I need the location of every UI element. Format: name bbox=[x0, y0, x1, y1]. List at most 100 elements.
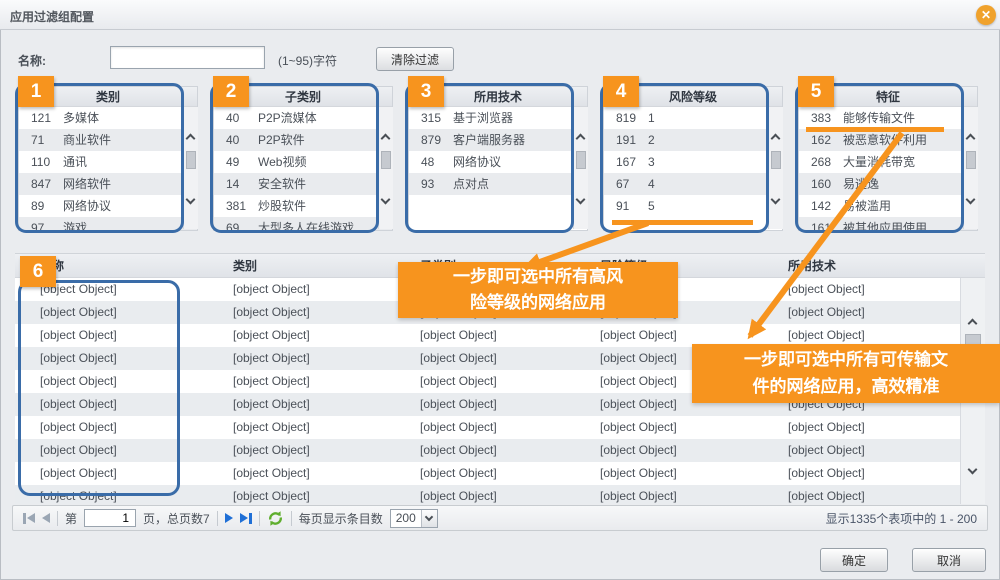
panel-scrollbar[interactable] bbox=[573, 107, 588, 229]
previous-page-icon[interactable] bbox=[42, 513, 50, 523]
table-cell: [object Object] bbox=[400, 462, 585, 485]
panel-scrollbar[interactable] bbox=[183, 107, 198, 229]
panel-list-item[interactable]: 91 5 bbox=[604, 195, 782, 217]
ok-button[interactable]: 确定 bbox=[820, 548, 888, 572]
panel-list-item[interactable]: 160 易逃逸 bbox=[799, 173, 977, 195]
divider bbox=[217, 511, 218, 526]
panel-list-item[interactable]: 110 通讯 bbox=[19, 151, 197, 173]
scroll-down-icon[interactable] bbox=[381, 195, 391, 205]
panel-list-item[interactable]: 48 网络协议 bbox=[409, 151, 587, 173]
panel-list-item[interactable]: 67 4 bbox=[604, 173, 782, 195]
panel-list-item[interactable]: 167 3 bbox=[604, 151, 782, 173]
scroll-thumb[interactable] bbox=[576, 151, 586, 169]
panel-list-item[interactable]: 879 客户端服务器 bbox=[409, 129, 587, 151]
table-cell: [object Object] bbox=[15, 416, 205, 439]
total-pages-label: 页，总页数7 bbox=[143, 510, 210, 527]
scroll-up-icon[interactable] bbox=[381, 134, 391, 144]
panel-list-item[interactable]: 14 安全软件 bbox=[214, 173, 392, 195]
panel-list-item[interactable]: 69 大型多人在线游戏 bbox=[214, 217, 392, 231]
per-page-select[interactable]: 200 bbox=[390, 509, 438, 528]
panel-list-item[interactable]: 40 P2P软件 bbox=[214, 129, 392, 151]
cancel-button[interactable]: 取消 bbox=[912, 548, 986, 572]
panel-list-item[interactable]: 49 Web视频 bbox=[214, 151, 392, 173]
item-count: 162 bbox=[799, 129, 843, 151]
item-label: 游戏 bbox=[63, 217, 87, 231]
per-page-label: 每页显示条目数 bbox=[299, 510, 383, 527]
step-badge: 3 bbox=[408, 76, 444, 107]
table-row[interactable]: [object Object] [object Object] [object … bbox=[15, 439, 985, 462]
panel-list-item[interactable]: 847 网络软件 bbox=[19, 173, 197, 195]
table-cell: [object Object] bbox=[775, 416, 961, 439]
panel-list-item[interactable]: 93 点对点 bbox=[409, 173, 587, 195]
item-label: 4 bbox=[648, 173, 655, 195]
chevron-down-icon[interactable] bbox=[421, 510, 437, 527]
last-page-icon[interactable] bbox=[240, 513, 252, 524]
item-count: 49 bbox=[214, 151, 258, 173]
table-cell: [object Object] bbox=[585, 462, 775, 485]
panel-listbox: 类别 121 多媒体 71 商业软件 bbox=[18, 86, 198, 231]
table-row[interactable]: [object Object] [object Object] [object … bbox=[15, 462, 985, 485]
dialog-title: 应用过滤组配置 bbox=[10, 8, 94, 25]
scroll-down-icon[interactable] bbox=[968, 465, 978, 475]
scroll-thumb[interactable] bbox=[186, 151, 196, 169]
panel-list-item[interactable]: 142 易被滥用 bbox=[799, 195, 977, 217]
panel-list: 383 能够传输文件 162 被恶意软件利用 268 大量消耗带宽 bbox=[799, 107, 977, 231]
scroll-up-icon[interactable] bbox=[968, 319, 978, 329]
scroll-thumb[interactable] bbox=[966, 151, 976, 169]
item-label: 多媒体 bbox=[63, 107, 99, 129]
table-cell: [object Object] bbox=[775, 301, 961, 324]
scroll-up-icon[interactable] bbox=[576, 134, 586, 144]
panel-scrollbar[interactable] bbox=[768, 107, 783, 229]
filter-panel: 1 类别 121 多媒体 71 商业软件 bbox=[18, 86, 213, 231]
scroll-up-icon[interactable] bbox=[771, 134, 781, 144]
scroll-down-icon[interactable] bbox=[186, 195, 196, 205]
name-input[interactable] bbox=[110, 46, 265, 69]
scroll-up-icon[interactable] bbox=[966, 134, 976, 144]
page-prefix-label: 第 bbox=[65, 510, 77, 527]
panel-scrollbar[interactable] bbox=[378, 107, 393, 229]
panel-list-item[interactable]: 268 大量消耗带宽 bbox=[799, 151, 977, 173]
panel-list-item[interactable]: 315 基于浏览器 bbox=[409, 107, 587, 129]
item-count: 110 bbox=[19, 151, 63, 173]
items-range-status: 显示1335个表项中的 1 - 200 bbox=[826, 510, 977, 527]
divider bbox=[259, 511, 260, 526]
pagination-bar: 第 页，总页数7 每页显示条目数 200 显示1335个表项中的 1 - 200 bbox=[12, 505, 988, 531]
panel-list-item[interactable]: 381 炒股软件 bbox=[214, 195, 392, 217]
item-label: 客户端服务器 bbox=[453, 129, 525, 151]
refresh-icon[interactable] bbox=[267, 510, 284, 527]
close-icon[interactable]: ✕ bbox=[976, 5, 996, 25]
item-label: 网络软件 bbox=[63, 173, 111, 195]
panel-list-item[interactable]: 162 被恶意软件利用 bbox=[799, 129, 977, 151]
table-cell: [object Object] bbox=[15, 324, 205, 347]
panel-list-item[interactable]: 71 商业软件 bbox=[19, 129, 197, 151]
table-row[interactable]: [object Object] [object Object] [object … bbox=[15, 485, 985, 504]
table-cell: [object Object] bbox=[400, 485, 585, 504]
scroll-thumb[interactable] bbox=[771, 151, 781, 169]
panel-list-item[interactable]: 161 被其他应用使用 bbox=[799, 217, 977, 231]
page-number-input[interactable] bbox=[84, 509, 136, 527]
clear-filter-button[interactable]: 清除过滤 bbox=[376, 47, 454, 71]
table-cell: [object Object] bbox=[205, 462, 400, 485]
panel-list-item[interactable]: 819 1 bbox=[604, 107, 782, 129]
filter-panels-row: 1 类别 121 多媒体 71 商业软件 bbox=[18, 86, 993, 246]
first-page-icon[interactable] bbox=[23, 513, 35, 524]
panel-list-item[interactable]: 40 P2P流媒体 bbox=[214, 107, 392, 129]
panel-list-item[interactable]: 121 多媒体 bbox=[19, 107, 197, 129]
scroll-down-icon[interactable] bbox=[576, 195, 586, 205]
item-count: 819 bbox=[604, 107, 648, 129]
panel-list-item[interactable]: 383 能够传输文件 bbox=[799, 107, 977, 129]
table-row[interactable]: [object Object] [object Object] [object … bbox=[15, 416, 985, 439]
scroll-up-icon[interactable] bbox=[186, 134, 196, 144]
table-cell: [object Object] bbox=[205, 439, 400, 462]
scroll-down-icon[interactable] bbox=[966, 195, 976, 205]
next-page-icon[interactable] bbox=[225, 513, 233, 523]
scroll-down-icon[interactable] bbox=[771, 195, 781, 205]
item-label: P2P软件 bbox=[258, 129, 305, 151]
panel-list-item[interactable]: 191 2 bbox=[604, 129, 782, 151]
scroll-thumb[interactable] bbox=[381, 151, 391, 169]
panel-list: 121 多媒体 71 商业软件 110 通讯 bbox=[19, 107, 197, 231]
item-count: 40 bbox=[214, 107, 258, 129]
panel-scrollbar[interactable] bbox=[963, 107, 978, 229]
panel-list-item[interactable]: 89 网络协议 bbox=[19, 195, 197, 217]
panel-list-item[interactable]: 97 游戏 bbox=[19, 217, 197, 231]
